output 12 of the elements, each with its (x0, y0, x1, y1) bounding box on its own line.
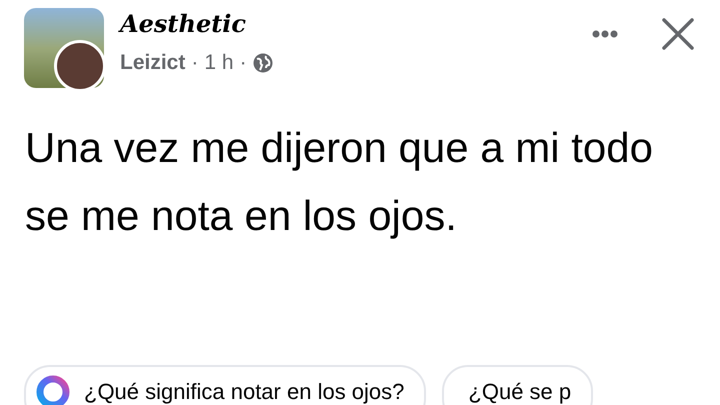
ring-icon (36, 375, 70, 405)
close-icon[interactable] (662, 18, 694, 50)
globe-icon (252, 53, 273, 73)
post-time[interactable]: 1 h (204, 50, 234, 76)
suggestion-chip[interactable]: ¿Qué significa notar en los ojos? (24, 365, 426, 405)
separator: · (191, 50, 198, 76)
author-name[interactable]: Leizict (120, 50, 186, 76)
separator: · (240, 50, 247, 76)
group-name[interactable]: Aesthetic (120, 8, 273, 40)
more-icon[interactable] (592, 30, 618, 38)
suggestion-chip[interactable]: ¿Qué se p (442, 365, 594, 405)
post-text: Una vez me dijeron que a mi todo se me nota en los ojos. (24, 123, 654, 241)
